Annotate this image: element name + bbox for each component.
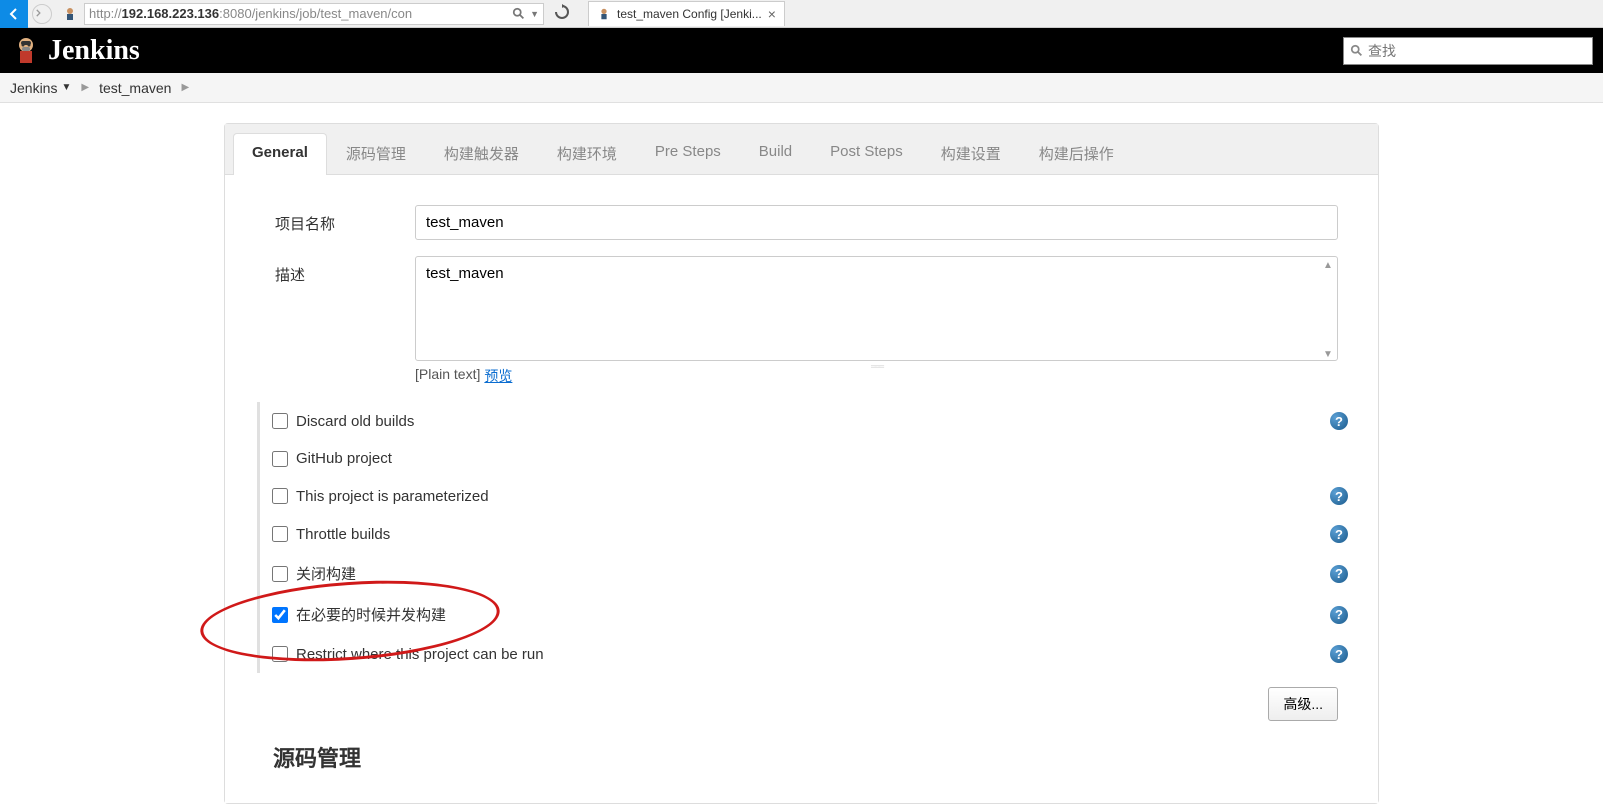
project-name-label: 项目名称 <box>245 205 415 234</box>
option-label: This project is parameterized <box>296 488 489 505</box>
chevron-right-icon: ▶ <box>81 82 89 93</box>
search-icon <box>1350 44 1364 58</box>
help-icon[interactable]: ? <box>1330 565 1348 583</box>
checkbox-github-project[interactable] <box>272 451 288 467</box>
advanced-row: 高级... <box>245 673 1358 721</box>
tab-build-settings[interactable]: 构建设置 <box>922 132 1020 174</box>
help-icon[interactable]: ? <box>1330 645 1348 663</box>
checkbox-throttle-builds[interactable] <box>272 526 288 542</box>
tab-scm[interactable]: 源码管理 <box>327 132 425 174</box>
config-panel: General 源码管理 构建触发器 构建环境 Pre Steps Build … <box>224 123 1379 804</box>
option-github-project: GitHub project <box>272 440 1358 477</box>
tab-pre-steps[interactable]: Pre Steps <box>636 132 740 174</box>
tab-env[interactable]: 构建环境 <box>538 132 636 174</box>
option-label: GitHub project <box>296 450 392 467</box>
option-restrict-node: Restrict where this project can be run ? <box>272 635 1358 673</box>
checkbox-concurrent-build[interactable] <box>272 607 288 623</box>
tab-triggers[interactable]: 构建触发器 <box>425 132 538 174</box>
refresh-button[interactable] <box>554 4 570 23</box>
checkbox-discard-old-builds[interactable] <box>272 413 288 429</box>
tab-build[interactable]: Build <box>740 132 811 174</box>
option-concurrent-build: 在必要的时候并发构建 ? <box>272 594 1358 635</box>
chevron-right-icon: ▶ <box>181 82 189 93</box>
config-body: 项目名称 描述 ▲▼ ═══ [Plain text] 预览 <box>225 175 1378 803</box>
tab-title: test_maven Config [Jenki... <box>617 7 762 21</box>
option-parameterized: This project is parameterized ? <box>272 477 1358 515</box>
jenkins-favicon <box>597 7 611 21</box>
project-name-input[interactable] <box>415 205 1338 240</box>
checkbox-parameterized[interactable] <box>272 488 288 504</box>
jenkins-search[interactable] <box>1343 37 1593 65</box>
tab-post-build[interactable]: 构建后操作 <box>1020 132 1133 174</box>
option-label: Discard old builds <box>296 413 414 430</box>
checkbox-restrict-node[interactable] <box>272 646 288 662</box>
option-discard-old-builds: Discard old builds ? <box>272 402 1358 440</box>
jenkins-logo-text: Jenkins <box>48 35 140 67</box>
nav-back-button[interactable] <box>0 0 28 28</box>
scm-section-title: 源码管理 <box>245 721 1358 773</box>
browser-tab[interactable]: test_maven Config [Jenki... × <box>588 1 785 26</box>
option-disable-build: 关闭构建 ? <box>272 553 1358 594</box>
help-icon[interactable]: ? <box>1330 525 1348 543</box>
jenkins-header: Jenkins <box>0 28 1603 73</box>
search-dropdown-icon[interactable]: ▼ <box>512 7 539 21</box>
advanced-button[interactable]: 高级... <box>1268 687 1338 721</box>
tab-close-icon[interactable]: × <box>768 6 776 22</box>
address-bar[interactable]: http://192.168.223.136:8080/jenkins/job/… <box>84 3 544 25</box>
breadcrumb-job[interactable]: test_maven <box>99 80 171 96</box>
arrow-right-icon <box>33 8 43 18</box>
search-input[interactable] <box>1368 43 1586 59</box>
breadcrumb-jenkins[interactable]: Jenkins <box>10 80 57 96</box>
description-input[interactable] <box>415 256 1338 361</box>
caret-icon[interactable]: ▼ <box>61 82 71 93</box>
description-row: 描述 ▲▼ ═══ [Plain text] 预览 <box>245 256 1358 386</box>
main-content: General 源码管理 构建触发器 构建环境 Pre Steps Build … <box>0 103 1603 804</box>
option-label: 关闭构建 <box>296 563 356 584</box>
site-icon <box>60 4 80 24</box>
browser-toolbar: http://192.168.223.136:8080/jenkins/job/… <box>0 0 1603 28</box>
arrow-left-icon <box>6 6 22 22</box>
help-icon[interactable]: ? <box>1330 487 1348 505</box>
jenkins-logo[interactable]: Jenkins <box>10 35 140 67</box>
browser-tab-bar: test_maven Config [Jenki... × <box>588 1 785 27</box>
nav-forward-button[interactable] <box>28 0 56 28</box>
project-name-row: 项目名称 <box>245 205 1358 240</box>
help-icon[interactable]: ? <box>1330 412 1348 430</box>
tab-post-steps[interactable]: Post Steps <box>811 132 922 174</box>
checkbox-disable-build[interactable] <box>272 566 288 582</box>
option-label: Restrict where this project can be run <box>296 646 544 663</box>
help-icon[interactable]: ? <box>1330 606 1348 624</box>
tab-general[interactable]: General <box>233 133 327 175</box>
preview-link[interactable]: 预览 <box>484 366 512 386</box>
option-label: 在必要的时候并发构建 <box>296 604 446 625</box>
options-section: Discard old builds ? GitHub project This… <box>257 402 1358 673</box>
option-label: Throttle builds <box>296 526 390 543</box>
url-text: http://192.168.223.136:8080/jenkins/job/… <box>89 6 412 21</box>
description-label: 描述 <box>245 256 415 285</box>
option-throttle-builds: Throttle builds ? <box>272 515 1358 553</box>
resize-handle[interactable]: ═══ <box>857 362 897 370</box>
breadcrumb: Jenkins ▼ ▶ test_maven ▶ <box>0 73 1603 103</box>
jenkins-logo-icon <box>10 35 42 67</box>
config-tabs: General 源码管理 构建触发器 构建环境 Pre Steps Build … <box>225 124 1378 175</box>
plain-text-label: [Plain text] <box>415 366 480 386</box>
